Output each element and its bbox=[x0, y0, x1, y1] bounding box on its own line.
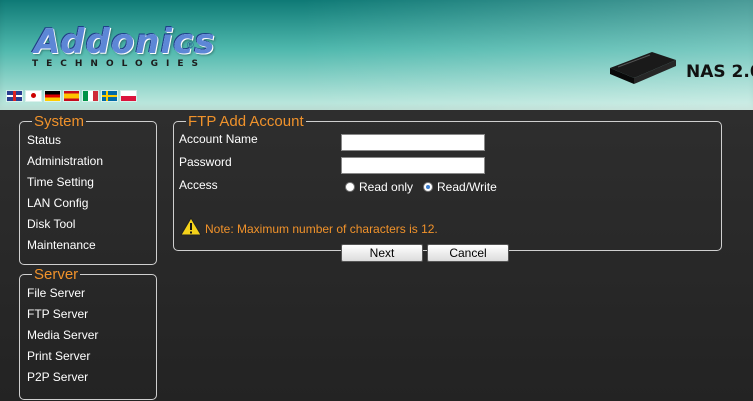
flag-sweden-icon[interactable] bbox=[102, 91, 117, 101]
registered-mark: ® bbox=[187, 40, 194, 50]
read-only-radio[interactable] bbox=[345, 182, 355, 192]
note-text: Note: Maximum number of characters is 12… bbox=[205, 222, 438, 236]
menu-item-file-server[interactable]: File Server bbox=[20, 283, 156, 304]
read-only-label: Read only bbox=[359, 180, 414, 194]
account-name-label: Account Name bbox=[179, 132, 258, 146]
flag-poland-icon[interactable] bbox=[121, 91, 136, 101]
ftp-add-account-title: FTP Add Account bbox=[188, 113, 304, 130]
menu-item-disk-tool[interactable]: Disk Tool bbox=[20, 214, 156, 235]
product-name: NAS 2.0 bbox=[686, 62, 753, 82]
menu-item-maintenance[interactable]: Maintenance bbox=[20, 235, 156, 256]
menu-item-p2p-server[interactable]: P2P Server bbox=[20, 367, 156, 388]
brand-subtitle: TECHNOLOGIES bbox=[32, 59, 207, 69]
ftp-add-account-panel: FTP Add Account Account Name Password Ac… bbox=[173, 113, 722, 262]
account-name-input[interactable] bbox=[341, 134, 485, 151]
access-label: Access bbox=[179, 178, 218, 192]
flag-japan-icon[interactable] bbox=[26, 91, 41, 101]
warning-icon bbox=[180, 217, 202, 236]
language-flags bbox=[7, 91, 136, 101]
server-menu-title: Server bbox=[34, 266, 79, 283]
system-menu-list: Status Administration Time Setting LAN C… bbox=[20, 130, 156, 256]
flag-spain-icon[interactable] bbox=[64, 91, 79, 101]
flag-germany-icon[interactable] bbox=[45, 91, 60, 101]
system-menu-panel: System Status Administration Time Settin… bbox=[19, 113, 157, 265]
menu-item-ftp-server[interactable]: FTP Server bbox=[20, 304, 156, 325]
password-input[interactable] bbox=[341, 157, 485, 174]
menu-item-print-server[interactable]: Print Server bbox=[20, 346, 156, 367]
server-menu-panel: Server File Server FTP Server Media Serv… bbox=[19, 266, 157, 400]
ftp-form-body: Account Name Password Access Read only R… bbox=[174, 130, 721, 262]
read-write-radio-option[interactable]: Read/Write bbox=[423, 180, 497, 194]
server-menu-list: File Server FTP Server Media Server Prin… bbox=[20, 283, 156, 388]
header-banner: Addonics ® TECHNOLOGIES NAS 2.0 bbox=[0, 0, 753, 110]
read-only-radio-option[interactable]: Read only bbox=[345, 180, 413, 194]
cancel-button[interactable]: Cancel bbox=[427, 244, 509, 262]
menu-item-time-setting[interactable]: Time Setting bbox=[20, 172, 156, 193]
menu-item-lan-config[interactable]: LAN Config bbox=[20, 193, 156, 214]
read-write-label: Read/Write bbox=[437, 180, 497, 194]
flag-italy-icon[interactable] bbox=[83, 91, 98, 101]
read-write-radio[interactable] bbox=[423, 182, 433, 192]
menu-item-status[interactable]: Status bbox=[20, 130, 156, 151]
menu-item-administration[interactable]: Administration bbox=[20, 151, 156, 172]
menu-item-media-server[interactable]: Media Server bbox=[20, 325, 156, 346]
password-label: Password bbox=[179, 155, 232, 169]
next-button[interactable]: Next bbox=[341, 244, 423, 262]
note-row: Note: Maximum number of characters is 12… bbox=[180, 217, 438, 236]
system-menu-title: System bbox=[34, 113, 85, 130]
flag-uk-icon[interactable] bbox=[7, 91, 22, 101]
nas-device-image bbox=[610, 52, 676, 84]
